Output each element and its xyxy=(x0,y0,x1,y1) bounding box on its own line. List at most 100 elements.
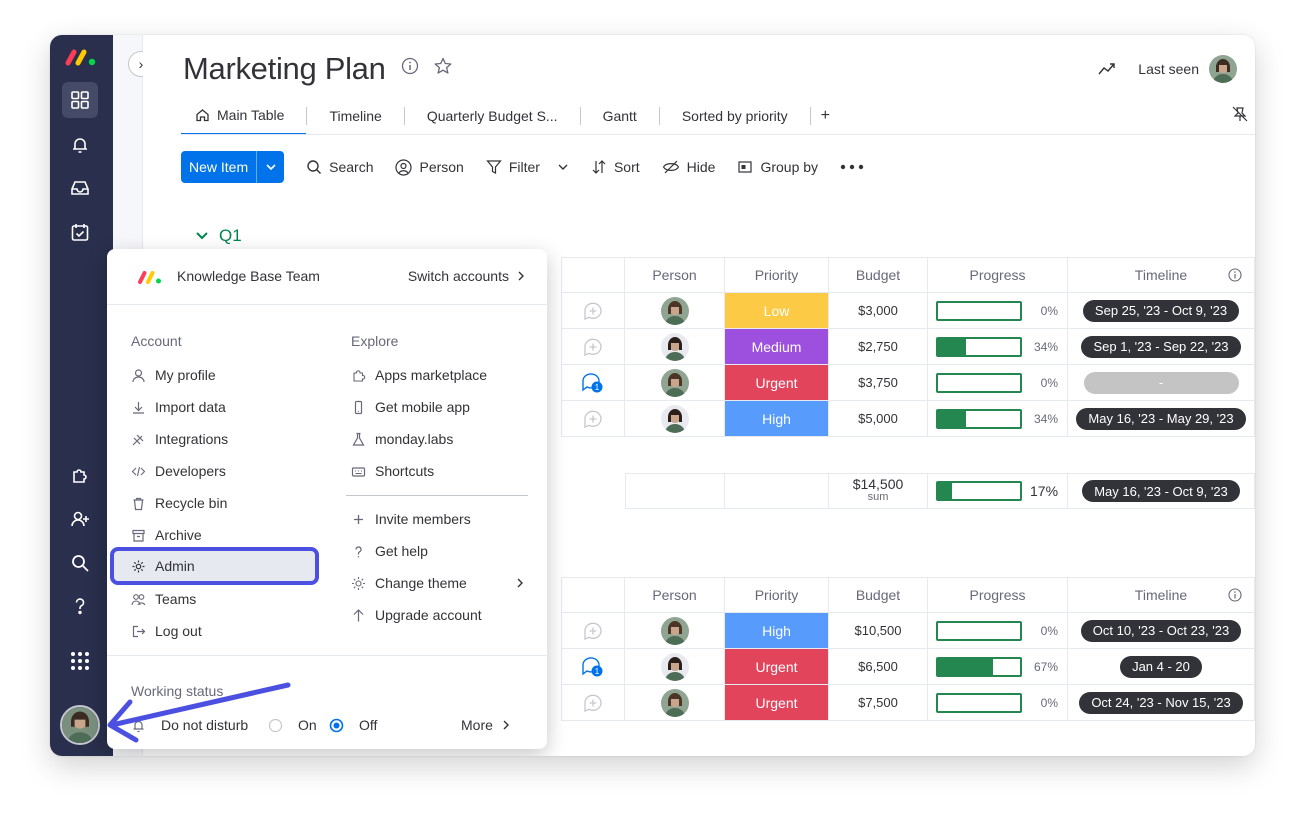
avatar[interactable] xyxy=(660,652,689,681)
timeline-cell[interactable]: - xyxy=(1068,365,1255,401)
progress-column-header[interactable]: Progress xyxy=(928,257,1068,293)
menu-item-admin[interactable]: Admin xyxy=(131,558,195,574)
menu-item-monday-labs[interactable]: monday.labs xyxy=(351,431,453,447)
inbox-icon[interactable] xyxy=(62,170,98,206)
timeline-cell[interactable]: Sep 25, '23 - Oct 9, '23 xyxy=(1068,293,1255,329)
add-update-icon[interactable] xyxy=(582,621,604,641)
updates-icon[interactable]: 1 xyxy=(581,656,605,678)
add-view-button[interactable]: + xyxy=(811,97,840,135)
budget-column-header[interactable]: Budget xyxy=(829,257,928,293)
group-title[interactable]: Q1 xyxy=(219,226,242,246)
timeline-pill[interactable]: Oct 10, '23 - Oct 23, '23 xyxy=(1080,619,1242,642)
menu-item-log-out[interactable]: Log out xyxy=(131,623,202,639)
avatar[interactable] xyxy=(660,332,689,361)
timeline-cell[interactable]: Oct 10, '23 - Oct 23, '23 xyxy=(1068,613,1255,649)
search-icon[interactable] xyxy=(62,545,98,581)
priority-column-header[interactable]: Priority xyxy=(725,257,829,293)
tab-quarterly-budget[interactable]: Quarterly Budget S... xyxy=(405,97,580,135)
hide-button[interactable]: Hide xyxy=(662,159,715,175)
priority-cell[interactable]: Urgent xyxy=(725,685,829,721)
person-cell[interactable] xyxy=(625,293,725,329)
apps-icon[interactable] xyxy=(62,82,98,118)
person-cell[interactable] xyxy=(625,613,725,649)
updates-cell[interactable] xyxy=(561,329,625,365)
tab-gantt[interactable]: Gantt xyxy=(581,97,659,135)
filter-button[interactable]: Filter xyxy=(486,159,569,175)
updates-cell[interactable] xyxy=(561,685,625,721)
search-button[interactable]: Search xyxy=(306,159,373,175)
person-cell[interactable] xyxy=(625,685,725,721)
dnd-off-label[interactable]: Off xyxy=(359,717,377,733)
priority-cell[interactable]: High xyxy=(725,401,829,437)
progress-column-header[interactable]: Progress xyxy=(928,577,1068,613)
menu-item-upgrade-account[interactable]: Upgrade account xyxy=(351,607,482,623)
avatar[interactable] xyxy=(660,404,689,433)
budget-cell[interactable]: $3,750 xyxy=(829,365,928,401)
timeline-pill[interactable]: May 16, '23 - Oct 9, '23 xyxy=(1082,480,1240,502)
budget-cell[interactable]: $5,000 xyxy=(829,401,928,437)
more-options-button[interactable] xyxy=(840,164,864,170)
pin-icon[interactable] xyxy=(1231,105,1249,123)
puzzle-icon[interactable] xyxy=(62,457,98,493)
new-item-button[interactable]: New Item xyxy=(181,151,285,183)
info-icon[interactable] xyxy=(1228,268,1242,282)
invite-icon[interactable] xyxy=(62,501,98,537)
add-update-icon[interactable] xyxy=(582,693,604,713)
person-column-header[interactable]: Person xyxy=(625,257,725,293)
add-update-icon[interactable] xyxy=(582,409,604,429)
priority-cell[interactable]: Urgent xyxy=(725,649,829,685)
person-cell[interactable] xyxy=(625,649,725,685)
updates-cell[interactable] xyxy=(561,293,625,329)
priority-cell[interactable]: Urgent xyxy=(725,365,829,401)
person-cell[interactable] xyxy=(625,401,725,437)
monday-logo-icon[interactable] xyxy=(64,46,98,68)
tab-main-table[interactable]: Main Table xyxy=(181,97,307,135)
new-item-label[interactable]: New Item xyxy=(181,151,256,183)
budget-cell[interactable]: $3,000 xyxy=(829,293,928,329)
budget-cell[interactable]: $10,500 xyxy=(829,613,928,649)
add-update-icon[interactable] xyxy=(582,337,604,357)
person-column-header[interactable]: Person xyxy=(625,577,725,613)
more-status-button[interactable]: More xyxy=(461,717,510,733)
activity-icon[interactable] xyxy=(1098,62,1116,76)
timeline-pill[interactable]: Sep 1, '23 - Sep 22, '23 xyxy=(1081,335,1241,358)
timeline-cell[interactable]: Sep 1, '23 - Sep 22, '23 xyxy=(1068,329,1255,365)
updates-cell[interactable]: 1 xyxy=(561,649,625,685)
timeline-cell[interactable]: May 16, '23 - May 29, '23 xyxy=(1068,401,1255,437)
timeline-pill[interactable]: Sep 25, '23 - Oct 9, '23 xyxy=(1082,299,1240,322)
timeline-cell[interactable]: Oct 24, '23 - Nov 15, '23 xyxy=(1068,685,1255,721)
priority-column-header[interactable]: Priority xyxy=(725,577,829,613)
timeline-pill[interactable]: Oct 24, '23 - Nov 15, '23 xyxy=(1079,691,1243,714)
star-icon[interactable] xyxy=(433,57,453,75)
avatar[interactable] xyxy=(60,705,100,745)
updates-cell[interactable]: 1 xyxy=(561,365,625,401)
updates-cell[interactable] xyxy=(561,401,625,437)
timeline-column-header[interactable]: Timeline xyxy=(1068,577,1255,613)
bell-icon[interactable] xyxy=(62,127,98,163)
tab-timeline[interactable]: Timeline xyxy=(307,97,403,135)
priority-cell[interactable]: High xyxy=(725,613,829,649)
priority-cell[interactable]: Low xyxy=(725,293,829,329)
budget-cell[interactable]: $7,500 xyxy=(829,685,928,721)
add-update-icon[interactable] xyxy=(582,301,604,321)
budget-cell[interactable]: $6,500 xyxy=(829,649,928,685)
sort-button[interactable]: Sort xyxy=(591,159,640,175)
person-filter-button[interactable]: Person xyxy=(395,158,464,176)
switch-accounts-button[interactable]: Switch accounts xyxy=(408,268,525,284)
group-header[interactable]: Q1 xyxy=(195,226,242,246)
last-seen-avatar[interactable] xyxy=(1209,55,1237,83)
radio-checked-icon[interactable] xyxy=(329,718,344,733)
menu-item-developers[interactable]: Developers xyxy=(131,463,226,479)
chevron-down-icon[interactable] xyxy=(256,151,284,183)
dnd-off-radio[interactable]: Off xyxy=(329,717,377,733)
updates-cell[interactable] xyxy=(561,613,625,649)
person-cell[interactable] xyxy=(625,329,725,365)
avatar[interactable] xyxy=(660,368,689,397)
chevron-right-icon[interactable] xyxy=(516,577,524,589)
menu-item-import-data[interactable]: Import data xyxy=(131,399,226,415)
priority-cell[interactable]: Medium xyxy=(725,329,829,365)
timeline-cell[interactable]: Jan 4 - 20 xyxy=(1068,649,1255,685)
my-work-icon[interactable] xyxy=(62,214,98,250)
menu-item-my-profile[interactable]: My profile xyxy=(131,367,216,383)
chevron-down-icon[interactable] xyxy=(557,163,569,171)
